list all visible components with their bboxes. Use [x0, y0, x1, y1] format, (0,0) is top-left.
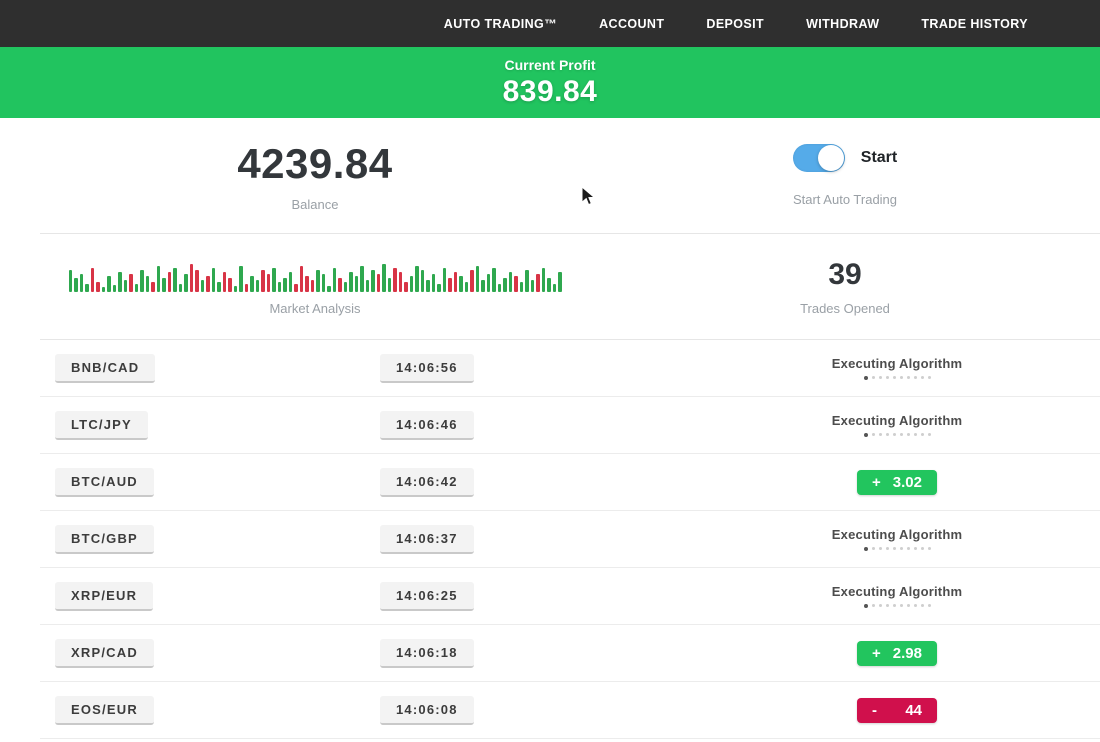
toggle-sublabel: Start Auto Trading	[793, 192, 897, 207]
balance-value: 4239.84	[237, 140, 392, 188]
current-profit-value: 839.84	[503, 75, 598, 109]
currency-pair-chip: LTC/JPY	[55, 411, 148, 440]
trades-opened-label: Trades Opened	[800, 301, 890, 316]
trade-status-cell: Executing Algorithm	[832, 356, 988, 380]
executing-progress-dots	[832, 376, 962, 380]
trade-status-cell: Executing Algorithm	[832, 584, 988, 608]
trade-row: EOS/EUR 14:06:08 - 44	[40, 682, 1100, 739]
trade-row: BTC/AUD 14:06:42 + 3.02	[40, 454, 1100, 511]
nav-item-account[interactable]: ACCOUNT	[599, 17, 664, 31]
currency-pair-chip: XRP/EUR	[55, 582, 153, 611]
executing-label: Executing Algorithm	[832, 413, 962, 428]
nav-item-withdraw[interactable]: WITHDRAW	[806, 17, 879, 31]
balance-block: 4239.84 Balance	[40, 118, 590, 233]
result-sign: +	[872, 474, 881, 491]
currency-pair-chip: BNB/CAD	[55, 354, 155, 383]
balance-section: 4239.84 Balance Start Start Auto Trading	[40, 118, 1100, 234]
trade-time-chip: 14:06:08	[380, 696, 474, 725]
currency-pair-chip: BTC/GBP	[55, 525, 154, 554]
executing-progress-dots	[832, 604, 962, 608]
executing-label: Executing Algorithm	[832, 356, 962, 371]
result-value: 2.98	[893, 645, 922, 662]
trade-time-chip: 14:06:18	[380, 639, 474, 668]
currency-pair-chip: XRP/CAD	[55, 639, 154, 668]
trade-result-badge: + 2.98	[857, 641, 937, 666]
trade-time-chip: 14:06:42	[380, 468, 474, 497]
trade-result-badge: - 44	[857, 698, 937, 723]
executing-status: Executing Algorithm	[832, 356, 962, 380]
result-value: 44	[905, 702, 922, 719]
nav-item-deposit[interactable]: DEPOSIT	[706, 17, 764, 31]
trades-opened-value: 39	[828, 258, 861, 292]
trade-row: BNB/CAD 14:06:56 Executing Algorithm	[40, 340, 1100, 397]
trade-status-cell: - 44	[857, 698, 963, 723]
auto-trading-toggle[interactable]	[793, 144, 845, 172]
top-nav: AUTO TRADING™ ACCOUNT DEPOSIT WITHDRAW T…	[0, 0, 1100, 47]
toggle-label: Start	[861, 149, 897, 167]
trade-row: BTC/GBP 14:06:37 Executing Algorithm	[40, 511, 1100, 568]
market-analysis-chart	[69, 258, 562, 292]
trade-status-cell: + 3.02	[857, 470, 963, 495]
trade-row: XRP/CAD 14:06:18 + 2.98	[40, 625, 1100, 682]
nav-item-trade-history[interactable]: TRADE HISTORY	[921, 17, 1028, 31]
trades-list: BNB/CAD 14:06:56 Executing Algorithm LTC…	[0, 340, 1100, 739]
trade-time-chip: 14:06:46	[380, 411, 474, 440]
executing-status: Executing Algorithm	[832, 584, 962, 608]
trade-row: XRP/EUR 14:06:25 Executing Algorithm	[40, 568, 1100, 625]
market-analysis-section: Market Analysis 39 Trades Opened	[40, 234, 1100, 340]
market-analysis-label: Market Analysis	[269, 301, 360, 316]
current-profit-label: Current Profit	[505, 57, 596, 73]
executing-label: Executing Algorithm	[832, 527, 962, 542]
result-sign: -	[872, 702, 877, 719]
currency-pair-chip: BTC/AUD	[55, 468, 154, 497]
auto-trading-page: AUTO TRADING™ ACCOUNT DEPOSIT WITHDRAW T…	[0, 0, 1100, 742]
currency-pair-chip: EOS/EUR	[55, 696, 154, 725]
trade-status-cell: Executing Algorithm	[832, 413, 988, 437]
trade-time-chip: 14:06:37	[380, 525, 474, 554]
market-analysis-block: Market Analysis	[40, 234, 590, 339]
trade-result-badge: + 3.02	[857, 470, 937, 495]
balance-label: Balance	[292, 197, 339, 212]
toggle-knob	[818, 145, 844, 171]
trade-status-cell: + 2.98	[857, 641, 963, 666]
trade-time-chip: 14:06:56	[380, 354, 474, 383]
executing-progress-dots	[832, 547, 962, 551]
executing-status: Executing Algorithm	[832, 413, 962, 437]
current-profit-banner: Current Profit 839.84	[0, 47, 1100, 118]
trade-time-chip: 14:06:25	[380, 582, 474, 611]
executing-status: Executing Algorithm	[832, 527, 962, 551]
result-sign: +	[872, 645, 881, 662]
executing-label: Executing Algorithm	[832, 584, 962, 599]
auto-trading-toggle-block: Start Start Auto Trading	[590, 118, 1100, 233]
executing-progress-dots	[832, 433, 962, 437]
nav-item-auto-trading[interactable]: AUTO TRADING™	[444, 17, 557, 31]
trades-opened-block: 39 Trades Opened	[590, 234, 1100, 339]
result-value: 3.02	[893, 474, 922, 491]
trade-row: LTC/JPY 14:06:46 Executing Algorithm	[40, 397, 1100, 454]
trade-status-cell: Executing Algorithm	[832, 527, 988, 551]
